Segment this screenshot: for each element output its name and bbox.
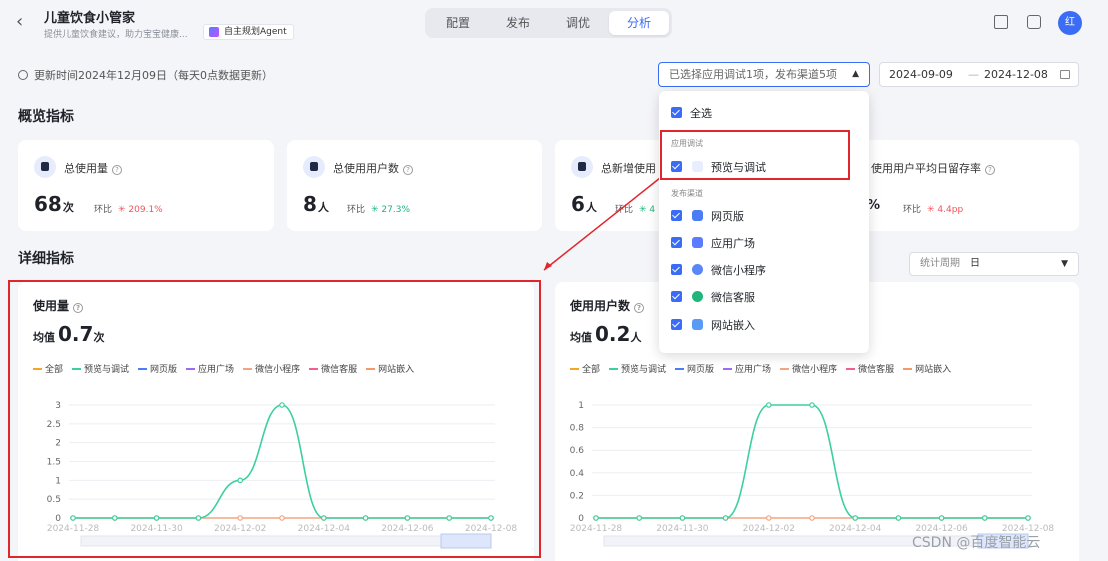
embed-icon — [692, 319, 703, 330]
checkbox-checked-icon — [671, 107, 682, 118]
watermark: CSDN @百度智能云 — [912, 535, 1041, 551]
web-icon — [692, 210, 703, 221]
option-web[interactable]: 网页版 — [671, 210, 744, 224]
option-wechat-miniprogram[interactable]: 微信小程序 — [671, 264, 766, 278]
option-wechat-service[interactable]: 微信客服 — [671, 291, 755, 305]
checkbox-checked-icon — [671, 237, 682, 248]
miniprogram-icon — [692, 264, 703, 275]
option-site-embed[interactable]: 网站嵌入 — [671, 319, 755, 333]
checkbox-checked-icon — [671, 319, 682, 330]
checkbox-checked-icon — [671, 210, 682, 221]
select-all-option[interactable]: 全选 — [671, 107, 712, 121]
group-label-channels: 发布渠道 — [671, 189, 703, 198]
highlight-frame-option — [660, 130, 850, 180]
option-app-square[interactable]: 应用广场 — [671, 237, 755, 251]
grid-icon — [692, 237, 703, 248]
wechat-icon — [692, 291, 703, 302]
annotation-arrow — [543, 177, 661, 271]
checkbox-checked-icon — [671, 291, 682, 302]
checkbox-checked-icon — [671, 264, 682, 275]
